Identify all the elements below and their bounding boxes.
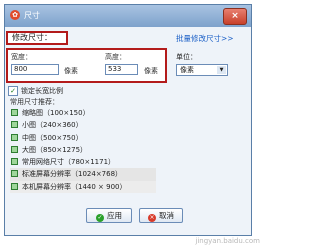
cancel-button-label: 取消 (159, 211, 174, 220)
image-icon (11, 109, 18, 116)
apply-button[interactable]: ✓ 应用 (86, 208, 132, 223)
cancel-icon: × (148, 214, 156, 222)
preset-item[interactable]: 缩略图（100×150） (10, 107, 156, 119)
unit-label: 单位： (176, 53, 197, 61)
lock-ratio-label: 锁定长宽比例 (21, 87, 63, 95)
section-title: 修改尺寸： (6, 31, 68, 45)
preset-item-label: 常用网络尺寸（780×1171） (22, 158, 116, 167)
image-icon (11, 170, 18, 178)
preset-item[interactable]: 大图（850×1275） (10, 144, 156, 156)
preset-item[interactable]: 中图（500×750） (10, 132, 156, 144)
presets-list: 缩略图（100×150） 小图（240×360） 中图（500×750） 大图（… (10, 107, 156, 194)
height-unit-label: 像素 (144, 67, 158, 75)
apply-button-label: 应用 (107, 211, 122, 220)
preset-item-label: 标准屏幕分辨率（1024×768） (22, 170, 123, 179)
preset-item-label: 中图（500×750） (22, 133, 83, 142)
close-button[interactable]: × (223, 8, 247, 25)
unit-selected-value: 像素 (180, 66, 194, 74)
preset-item[interactable]: 本机屏幕分辨率（1440 × 900） (10, 180, 156, 194)
preset-item-label: 缩略图（100×150） (22, 109, 90, 117)
width-input[interactable]: 800 (11, 64, 59, 75)
lock-ratio-checkbox[interactable]: ✓ 锁定长宽比例 (8, 86, 63, 96)
image-icon (11, 158, 18, 166)
preset-item-label: 本机屏幕分辨率（1440 × 900） (22, 182, 127, 191)
width-unit-label: 像素 (64, 67, 78, 75)
image-icon (11, 121, 18, 129)
preset-item-label: 大图（850×1275） (22, 145, 88, 154)
app-logo-icon: ✿ (10, 10, 20, 20)
image-icon (11, 182, 18, 190)
batch-resize-link[interactable]: 批量修改尺寸>> (176, 33, 234, 44)
chevron-down-icon: ▼ (217, 66, 226, 74)
height-label: 高度： (105, 53, 126, 61)
watermark: jingyan.baidu.com (195, 237, 260, 245)
preset-item-label: 小图（240×360） (22, 121, 83, 130)
height-input[interactable]: 533 (105, 64, 138, 75)
title-bar: ✿ 尺寸 × (5, 5, 251, 27)
preset-item[interactable]: 标准屏幕分辨率（1024×768） (10, 168, 156, 181)
image-icon (11, 133, 18, 141)
window-title: 尺寸 (24, 11, 40, 20)
preset-item[interactable]: 小图（240×360） (10, 119, 156, 131)
width-label: 宽度： (11, 53, 32, 61)
preset-item[interactable]: 常用网络尺寸（780×1171） (10, 156, 156, 168)
cancel-button[interactable]: × 取消 (139, 208, 183, 223)
checkbox-check-icon: ✓ (8, 86, 18, 96)
image-icon (11, 145, 18, 153)
unit-select[interactable]: 像素 ▼ (176, 64, 228, 76)
presets-label: 常用尺寸推荐： (10, 98, 59, 106)
check-icon: ✓ (96, 214, 104, 222)
size-input-group: 宽度： 800 像素 高度： 533 像素 (6, 48, 167, 83)
